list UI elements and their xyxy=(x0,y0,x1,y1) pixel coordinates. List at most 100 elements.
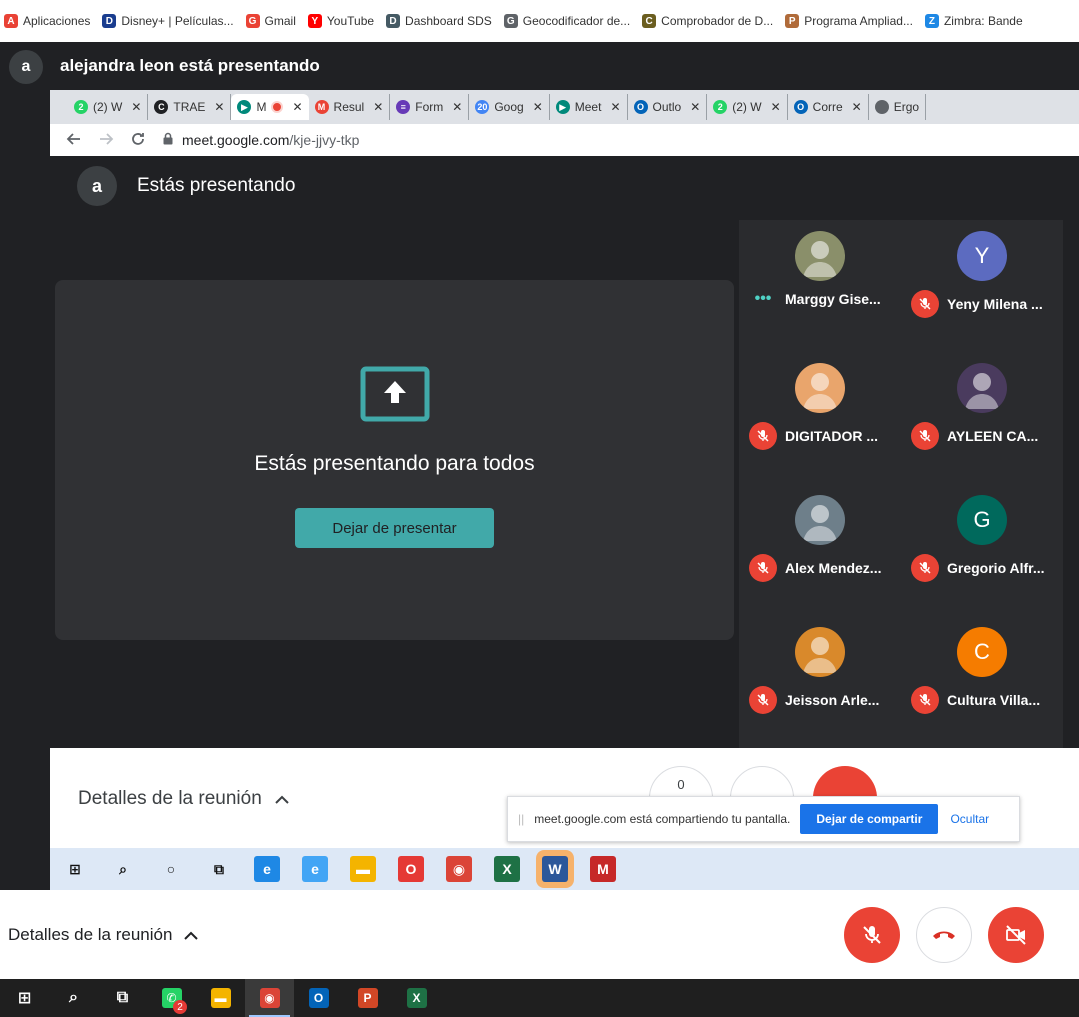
bookmark-item[interactable]: Y YouTube xyxy=(307,14,374,28)
taskbar-button[interactable]: P xyxy=(343,979,392,1017)
close-tab-icon[interactable]: ✕ xyxy=(533,100,543,114)
bookmark-item[interactable]: P Programa Ampliad... xyxy=(785,14,913,28)
syringe-icon: P xyxy=(785,14,800,28)
meeting-details-toggle[interactable]: Detalles de la reunión xyxy=(8,925,199,945)
stop-presenting-button[interactable]: Dejar de presentar xyxy=(295,508,494,548)
participant-name: Gregorio Alfr... xyxy=(947,560,1045,576)
powerpoint-icon: P xyxy=(357,988,378,1008)
hang-up-button[interactable] xyxy=(916,907,972,963)
close-tab-icon[interactable]: ✕ xyxy=(214,100,224,114)
participant-tile[interactable]: DIGITADOR ... xyxy=(739,352,901,462)
bookmarks-bar: A Aplicaciones D Disney+ | Películas... G Gma… xyxy=(0,0,1079,42)
participant-tile[interactable]: C Cultura Villa... xyxy=(901,616,1063,726)
bookmark-label: Dashboard SDS xyxy=(405,14,492,28)
browser-tab[interactable]: Ergo xyxy=(869,94,927,120)
reload-icon[interactable] xyxy=(130,131,146,150)
participant-name: DIGITADOR ... xyxy=(785,428,879,444)
excel-icon: X xyxy=(406,988,427,1008)
bookmark-label: Programa Ampliad... xyxy=(804,14,913,28)
opera-icon[interactable]: O xyxy=(398,856,424,882)
participant-tile[interactable]: G Gregorio Alfr... xyxy=(901,484,1063,594)
cortana-icon[interactable]: ○ xyxy=(158,856,184,882)
participant-tile[interactable]: Y Yeny Milena ... xyxy=(901,220,1063,330)
windows-start-icon[interactable]: ⊞ xyxy=(62,856,88,882)
address-bar: meet.google.com/kje-jjvy-tkp xyxy=(50,124,1079,156)
hide-notification-button[interactable]: Ocultar xyxy=(950,812,989,826)
browser-tab[interactable]: C TRAE ✕ xyxy=(148,94,232,120)
close-tab-icon[interactable]: ✕ xyxy=(771,100,781,114)
bookmark-item[interactable]: A Aplicaciones xyxy=(4,14,90,28)
globe-icon: G xyxy=(503,14,518,28)
tab-label: M xyxy=(256,100,267,114)
browser-tab[interactable]: ▶ Meet ✕ xyxy=(550,94,628,120)
bookmark-item[interactable]: G Geocodificador de... xyxy=(503,14,630,28)
participant-tile[interactable]: Alex Mendez... xyxy=(739,484,901,594)
taskbar-button[interactable]: ⧉ xyxy=(98,979,147,1017)
forward-arrow-icon[interactable] xyxy=(98,131,114,150)
bookmark-label: Disney+ | Películas... xyxy=(121,14,234,28)
tab-label: Outlo xyxy=(652,100,682,114)
bookmark-item[interactable]: D Disney+ | Películas... xyxy=(102,14,234,28)
url-field[interactable]: meet.google.com/kje-jjvy-tkp xyxy=(162,132,359,148)
word-icon[interactable]: W xyxy=(542,856,568,882)
taskbar-button[interactable]: O xyxy=(294,979,343,1017)
outlook-icon: O xyxy=(633,100,648,114)
mic-muted-icon xyxy=(749,422,777,450)
drag-handle-icon[interactable]: || xyxy=(518,812,524,826)
participant-avatar xyxy=(957,363,1007,413)
bookmark-item[interactable]: G Gmail xyxy=(245,14,296,28)
file-explorer-icon[interactable]: ▬ xyxy=(350,856,376,882)
taskbar-button[interactable]: X xyxy=(392,979,441,1017)
participant-tile[interactable]: Jeisson Arle... xyxy=(739,616,901,726)
recording-dot-icon xyxy=(271,101,284,113)
close-tab-icon[interactable]: ✕ xyxy=(292,100,302,114)
close-tab-icon[interactable]: ✕ xyxy=(690,100,700,114)
search-icon[interactable]: ⌕ xyxy=(110,856,136,882)
taskbar-button[interactable]: ◉ xyxy=(245,979,294,1017)
screen-share-notification: || meet.google.com está compartiendo tu … xyxy=(507,796,1020,842)
close-tab-icon[interactable]: ✕ xyxy=(852,100,862,114)
close-tab-icon[interactable]: ✕ xyxy=(610,100,620,114)
bookmark-item[interactable]: Z Zimbra: Bande xyxy=(924,14,1023,28)
close-tab-icon[interactable]: ✕ xyxy=(131,100,141,114)
taskbar-button[interactable]: ✆ 2 xyxy=(147,979,196,1017)
speaking-dots-icon: ••• xyxy=(754,290,772,307)
stop-sharing-button[interactable]: Dejar de compartir xyxy=(800,804,939,834)
browser-tab[interactable]: ▶ M ✕ xyxy=(231,94,309,120)
inner-meeting-details-toggle[interactable]: Detalles de la reunión xyxy=(78,788,290,810)
meet-icon: ▶ xyxy=(237,100,252,114)
taskbar-button[interactable]: ⊞ xyxy=(0,979,49,1017)
bookmark-item[interactable]: C Comprobador de D... xyxy=(642,14,773,28)
search-icon: ⌕ xyxy=(69,989,78,1006)
edge-icon[interactable]: e xyxy=(254,856,280,882)
browser-tab[interactable]: O Outlo ✕ xyxy=(628,94,708,120)
excel-icon[interactable]: X xyxy=(494,856,520,882)
close-tab-icon[interactable]: ✕ xyxy=(373,100,383,114)
mic-off-button[interactable] xyxy=(844,907,900,963)
browser-tab-strip: 2 (2) W ✕ C TRAE ✕ ▶ M ✕ M Resul ✕ ≡ Form ✕ 20 Goog ✕ ▶ Mee… xyxy=(50,90,1079,124)
inner-title: Estás presentando xyxy=(137,175,296,196)
camera-off-button[interactable] xyxy=(988,907,1044,963)
close-tab-icon[interactable]: ✕ xyxy=(452,100,462,114)
participant-avatar: Y xyxy=(957,231,1007,281)
chrome-icon[interactable]: ◉ xyxy=(446,856,472,882)
task-view-icon[interactable]: ⧉ xyxy=(206,856,232,882)
browser-tab[interactable]: M Resul ✕ xyxy=(309,94,391,120)
taskbar-button[interactable]: ▬ xyxy=(196,979,245,1017)
browser-tab[interactable]: O Corre ✕ xyxy=(788,94,869,120)
browser-tab[interactable]: 2 (2) W ✕ xyxy=(68,94,149,120)
browser-tab[interactable]: 20 Goog ✕ xyxy=(469,94,550,120)
presenting-card: Estás presentando para todos Dejar de pr… xyxy=(55,280,734,640)
details-label: Detalles de la reunión xyxy=(8,925,173,944)
tab-label: Form xyxy=(415,100,444,114)
browser-tab[interactable]: ≡ Form ✕ xyxy=(390,94,470,120)
browser-tab[interactable]: 2 (2) W ✕ xyxy=(707,94,788,120)
taskbar-button[interactable]: ⌕ xyxy=(49,979,98,1017)
bookmark-item[interactable]: D Dashboard SDS xyxy=(386,14,492,28)
back-arrow-icon[interactable] xyxy=(66,131,82,150)
mcafee-icon[interactable]: M xyxy=(590,856,616,882)
shared-screen: 2 (2) W ✕ C TRAE ✕ ▶ M ✕ M Resul ✕ ≡ Form ✕ 20 Goog ✕ ▶ Mee… xyxy=(50,90,1079,890)
participant-tile[interactable]: AYLEEN CA... xyxy=(901,352,1063,462)
internet-explorer-icon[interactable]: e xyxy=(302,856,328,882)
participant-tile[interactable]: ••• Marggy Gise... xyxy=(739,220,901,330)
